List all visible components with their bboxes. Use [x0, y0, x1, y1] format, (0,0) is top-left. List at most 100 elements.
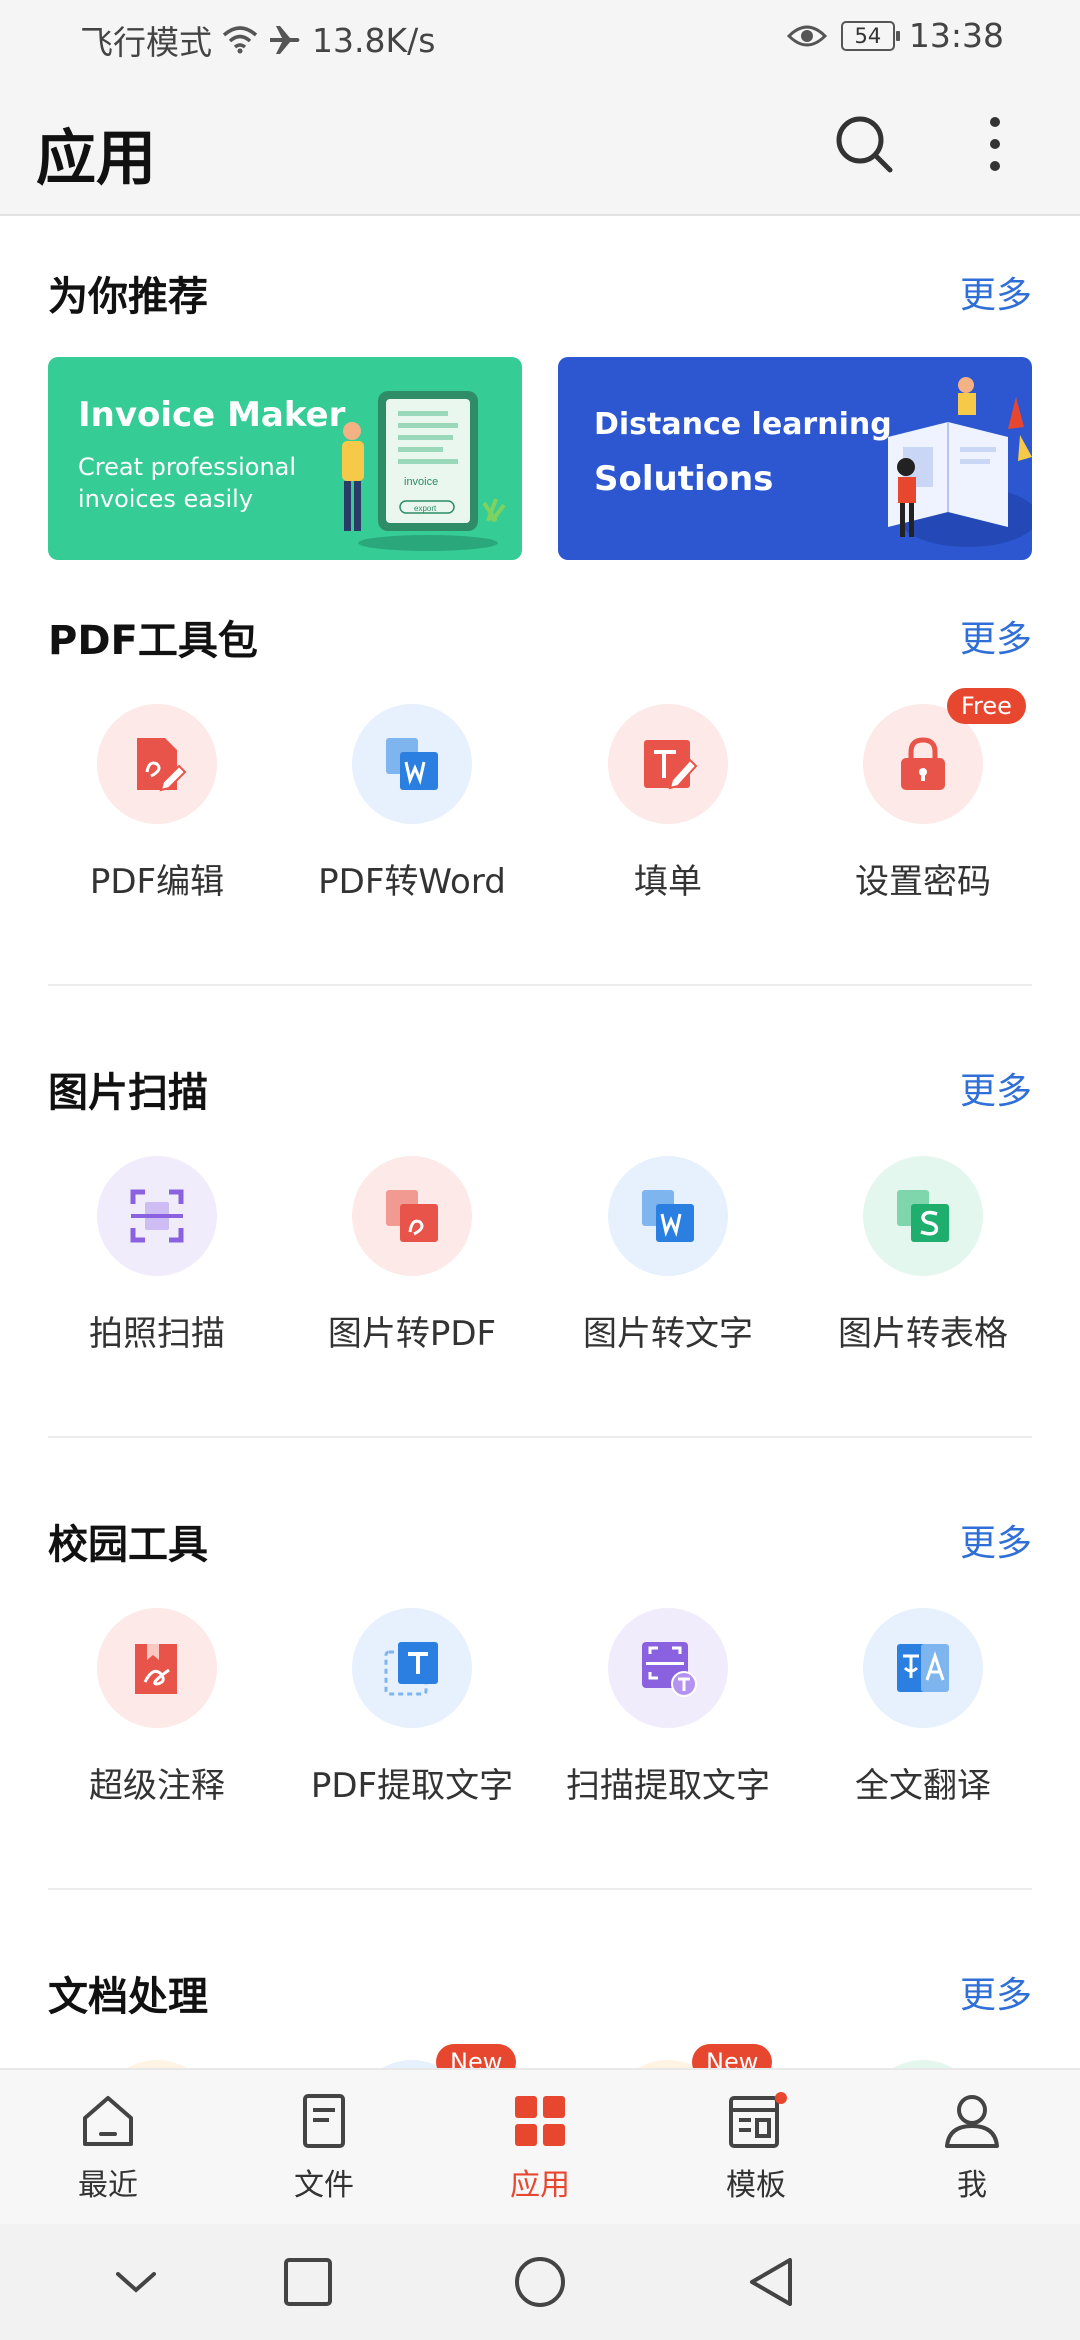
- tool-label: PDF编辑: [89, 862, 225, 902]
- nav-item-me[interactable]: 我: [864, 2090, 1080, 2210]
- profile-icon: [945, 2095, 999, 2148]
- invoice-illustration: invoice export: [342, 391, 506, 551]
- nav-label: 文件: [294, 2168, 354, 2203]
- image-to-sheet-icon: [897, 1190, 949, 1242]
- invoice-doc-button-label: export: [414, 504, 437, 513]
- doc-tool[interactable]: New: [284, 2044, 540, 2068]
- scan-extract-text-icon: [642, 1642, 697, 1697]
- status-bar: 飞行模式 13.8K/s 54 13:38: [0, 0, 1080, 76]
- nav-label: 模板: [726, 2168, 786, 2203]
- tool-label: 图片转文字: [583, 1314, 753, 1354]
- nav-item-templates[interactable]: 模板: [648, 2090, 864, 2210]
- pdf-to-word-tool[interactable]: PDF转Word: [284, 704, 540, 904]
- scan-extract-text-tool[interactable]: 扫描提取文字: [540, 1608, 796, 1808]
- more-link[interactable]: 更多: [960, 1514, 1032, 1566]
- nav-item-recent[interactable]: 最近: [0, 2090, 216, 2210]
- learning-illustration: [888, 377, 1032, 547]
- super-annotate-tool[interactable]: 超级注释: [29, 1608, 285, 1808]
- camera-scan-icon: [130, 1189, 184, 1243]
- doc-tool[interactable]: [29, 2060, 285, 2068]
- home-button-icon[interactable]: [512, 2254, 568, 2310]
- nav-item-apps[interactable]: 应用: [432, 2090, 648, 2210]
- super-annotate-icon: [135, 1644, 177, 1694]
- pdf-edit-tool[interactable]: PDF编辑: [29, 704, 285, 904]
- airplane-icon: [270, 26, 300, 54]
- nav-label: 应用: [510, 2168, 570, 2203]
- invoice-maker-banner[interactable]: Invoice Maker Creat professional invoice…: [48, 357, 522, 560]
- main-content: 为你推荐 更多 Invoice Maker Creat professional…: [0, 218, 1080, 2068]
- system-navigation-bar: [0, 2224, 1080, 2340]
- distance-learning-banner[interactable]: Distance learning Solutions: [558, 357, 1032, 560]
- tool-label: PDF转Word: [318, 862, 506, 902]
- nav-label: 最近: [78, 2168, 138, 2203]
- network-speed: 13.8K/s: [312, 20, 436, 60]
- campus-tools-header: 校园工具 更多: [48, 1512, 1032, 1572]
- tool-label: 拍照扫描: [89, 1314, 225, 1354]
- recommend-header: 为你推荐 更多: [48, 264, 1032, 324]
- tool-label: PDF提取文字: [310, 1766, 514, 1806]
- image-to-text-tool[interactable]: 图片转文字: [540, 1156, 796, 1356]
- translate-icon: [897, 1644, 949, 1692]
- doc-processing-header: 文档处理 更多: [48, 1964, 1032, 2024]
- section-title: 校园工具: [48, 1522, 208, 1568]
- pdf-to-word-icon: [386, 738, 438, 790]
- fill-form-tool[interactable]: 填单: [540, 704, 796, 904]
- page-title: 应用: [36, 124, 156, 194]
- translate-tool[interactable]: 全文翻译: [795, 1608, 1051, 1808]
- pdf-tools-header: PDF工具包 更多: [48, 608, 1032, 668]
- image-to-pdf-tool[interactable]: 图片转PDF: [284, 1156, 540, 1356]
- section-title: 图片扫描: [48, 1070, 208, 1116]
- tool-label: 设置密码: [855, 862, 991, 902]
- tool-label: 图片转PDF: [327, 1314, 497, 1354]
- section-divider: [48, 1436, 1032, 1438]
- banner-title: Invoice Maker: [78, 395, 346, 435]
- wifi-icon: [222, 26, 258, 54]
- set-password-tool[interactable]: 设置密码 Free: [795, 688, 1051, 904]
- chevron-down-icon[interactable]: [108, 2254, 164, 2310]
- file-icon: [303, 2094, 345, 2148]
- banner-subtitle: Solutions: [594, 459, 774, 499]
- template-icon: [729, 2092, 787, 2148]
- more-menu-icon[interactable]: [975, 114, 1015, 174]
- image-to-text-icon: [642, 1190, 694, 1242]
- more-link[interactable]: 更多: [960, 1062, 1032, 1114]
- image-scan-header: 图片扫描 更多: [48, 1060, 1032, 1120]
- more-link[interactable]: 更多: [960, 1966, 1032, 2018]
- invoice-doc-label: invoice: [404, 476, 438, 488]
- section-title: 为你推荐: [48, 274, 208, 320]
- image-to-pdf-icon: [386, 1190, 438, 1242]
- tool-label: 填单: [634, 862, 702, 902]
- tool-label: 图片转表格: [838, 1314, 1008, 1354]
- battery-indicator: 54: [840, 20, 900, 51]
- section-divider: [48, 984, 1032, 986]
- app-bar: 应用: [0, 76, 1080, 216]
- tool-label: 超级注释: [89, 1766, 225, 1806]
- nav-label: 我: [957, 2168, 987, 2203]
- fill-form-icon: [644, 740, 698, 790]
- recent-apps-icon[interactable]: [280, 2254, 336, 2310]
- pdf-edit-icon: [137, 738, 187, 792]
- tool-label: 扫描提取文字: [566, 1766, 770, 1806]
- tool-label: 全文翻译: [855, 1766, 991, 1806]
- search-icon[interactable]: [832, 112, 896, 176]
- banner-subtitle: invoices easily: [78, 485, 254, 513]
- doc-tool[interactable]: New: [540, 2044, 796, 2068]
- nav-item-files[interactable]: 文件: [216, 2090, 432, 2210]
- bottom-navigation: 最近 文件 应用 模板 我: [0, 2068, 1080, 2224]
- more-link[interactable]: 更多: [960, 266, 1032, 318]
- banner-subtitle: Creat professional: [78, 453, 297, 481]
- apps-icon: [515, 2096, 565, 2146]
- lock-icon: [901, 737, 945, 790]
- doc-tool[interactable]: [795, 2060, 1051, 2068]
- image-to-sheet-tool[interactable]: 图片转表格: [795, 1156, 1051, 1356]
- section-divider: [48, 1888, 1032, 1890]
- camera-scan-tool[interactable]: 拍照扫描: [29, 1156, 285, 1356]
- back-icon[interactable]: [744, 2254, 800, 2310]
- more-link[interactable]: 更多: [960, 610, 1032, 662]
- home-icon: [83, 2096, 133, 2146]
- eye-icon: [786, 25, 827, 46]
- pdf-extract-text-tool[interactable]: PDF提取文字: [284, 1608, 540, 1808]
- new-badge: New: [436, 2044, 517, 2068]
- section-title: PDF工具包: [48, 618, 258, 664]
- pdf-extract-text-icon: [384, 1642, 438, 1696]
